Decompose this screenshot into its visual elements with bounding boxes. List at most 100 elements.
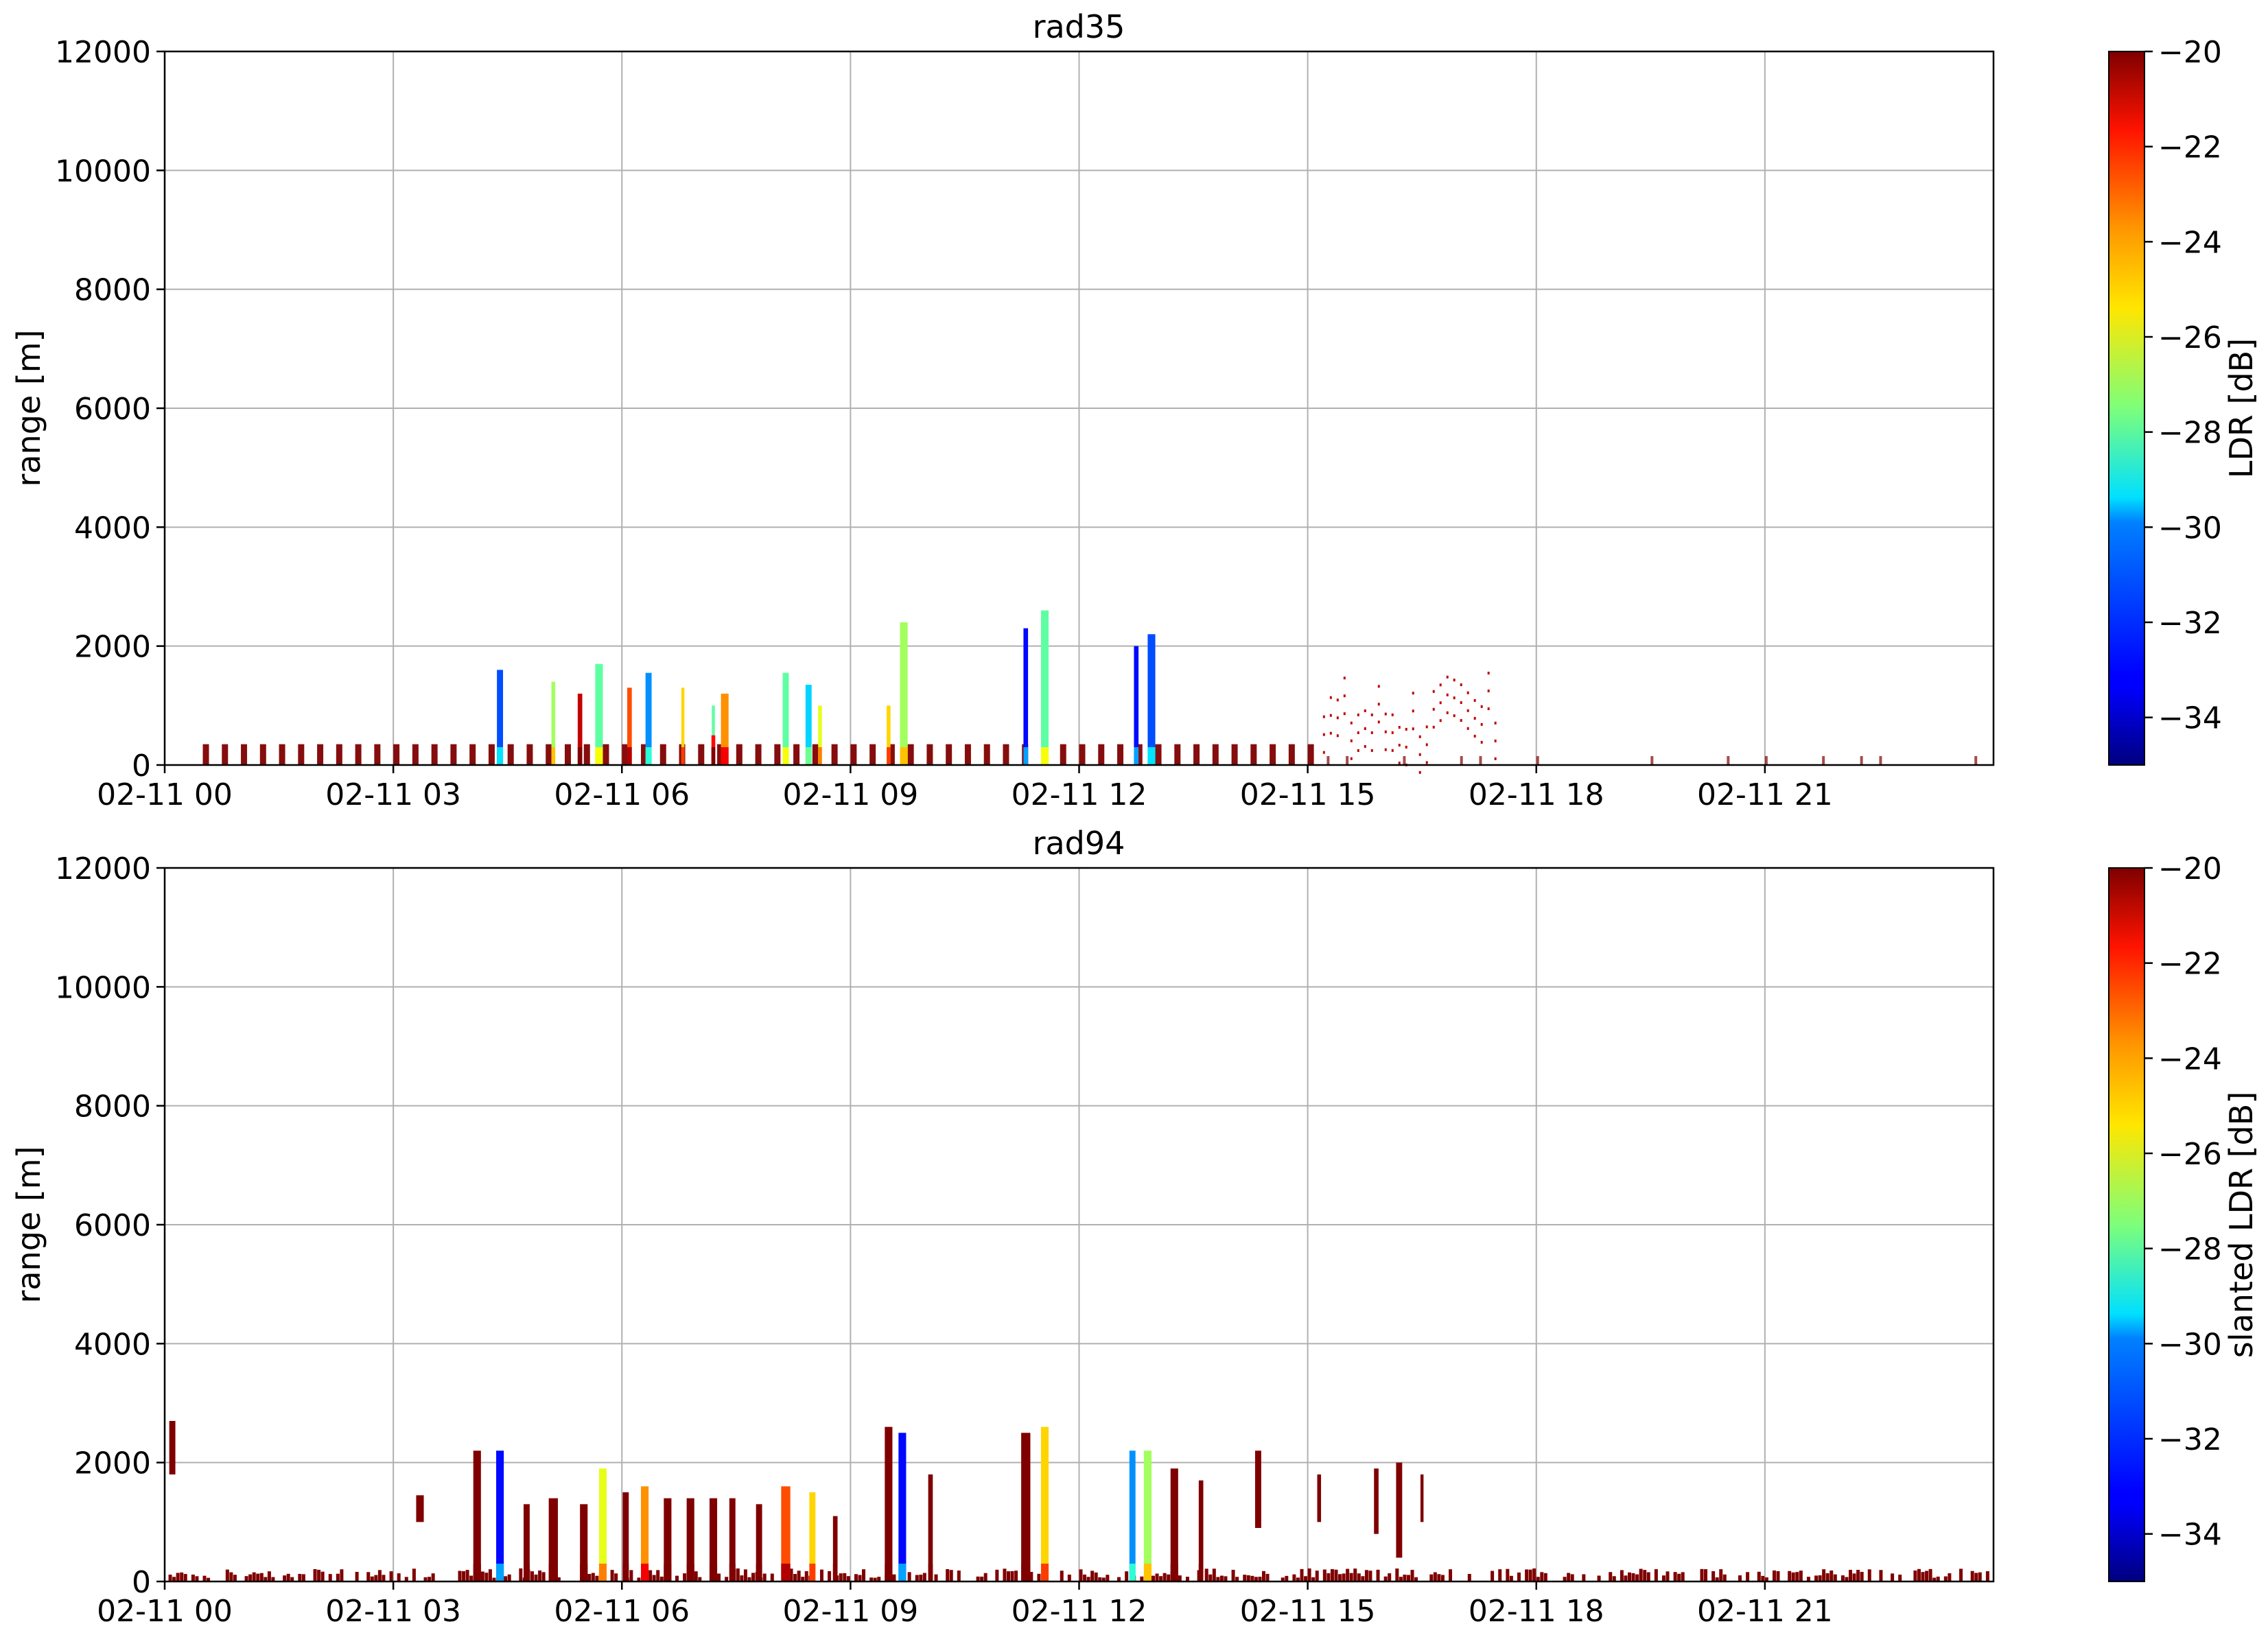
clutter-mark	[1440, 1575, 1445, 1581]
clutter-mark	[1833, 1574, 1837, 1581]
clutter-mark	[382, 1575, 386, 1581]
speckle-mark	[1322, 715, 1325, 718]
speckle-mark	[1357, 731, 1359, 734]
speckle-mark	[1343, 694, 1346, 698]
clutter-mark	[1090, 1571, 1095, 1581]
clutter-mark	[1536, 756, 1539, 765]
ldr-column-base	[598, 1564, 607, 1581]
ldr-column-base	[681, 747, 685, 765]
clutter-mark	[541, 1572, 546, 1581]
clutter-mark	[1665, 1571, 1670, 1581]
speckle-mark	[1453, 696, 1456, 700]
speckle-mark	[1370, 731, 1373, 734]
clutter-mark	[1479, 756, 1482, 765]
clutter-mark	[180, 1572, 184, 1581]
clutter-mark	[1083, 1574, 1087, 1581]
clutter-mark	[1265, 1573, 1270, 1581]
clutter-mark	[1167, 1574, 1171, 1581]
speckle-mark	[1494, 739, 1497, 742]
clutter-mark	[919, 1575, 923, 1581]
clutter-mark	[907, 744, 914, 765]
speckle-mark	[1391, 749, 1394, 752]
clutter-mark	[915, 1575, 919, 1581]
speckle-mark	[1377, 685, 1380, 688]
clutter-mark	[564, 744, 571, 765]
x-tick-label: 02-11 15	[1240, 777, 1376, 812]
ldr-column	[1255, 1450, 1261, 1528]
speckle-mark	[1439, 719, 1442, 722]
colorbar	[2108, 51, 2145, 766]
clutter-mark	[1060, 1571, 1064, 1581]
clutter-mark	[1860, 1571, 1864, 1581]
y-axis-label: range [m]	[10, 1146, 47, 1303]
clutter-mark	[176, 1573, 180, 1581]
clutter-mark	[1403, 1575, 1407, 1581]
colorbar-ticks: −20 −22 −24 −26 −28 −30 −32 −34	[2144, 851, 2222, 1553]
ldr-column	[898, 1433, 907, 1581]
ldr-column	[1317, 1474, 1322, 1522]
clutter-mark	[1346, 756, 1349, 765]
x-tick-label: 02-11 12	[1012, 1594, 1147, 1629]
clutter-mark	[298, 744, 305, 765]
clutter-mark	[191, 1574, 195, 1581]
speckle-mark	[1412, 692, 1414, 695]
clutter-mark	[222, 744, 229, 765]
speckle-mark	[1364, 727, 1366, 730]
clutter-mark	[591, 1573, 595, 1581]
ldr-column-base	[1143, 1564, 1151, 1581]
ldr-column-base	[756, 1564, 762, 1581]
speckle-mark	[1460, 719, 1462, 722]
speckle-mark	[1460, 683, 1462, 687]
clutter-mark	[530, 1571, 534, 1581]
clutter-mark	[389, 1571, 393, 1581]
y-tick-label: 12000	[55, 851, 151, 886]
clutter-mark	[1959, 1568, 1963, 1581]
ldr-column-base	[832, 1564, 838, 1581]
clutter-mark	[1681, 1572, 1685, 1581]
ldr-column-base	[664, 1564, 672, 1581]
clutter-mark	[1098, 744, 1105, 765]
clutter-mark	[1155, 1573, 1159, 1581]
clutter-mark	[488, 744, 495, 765]
y-tick-label: 4000	[74, 1327, 151, 1362]
clutter-mark	[1772, 1570, 1776, 1581]
clutter-mark	[1814, 1575, 1819, 1581]
clutter-mark	[1395, 1568, 1399, 1581]
ldr-column	[1129, 1450, 1136, 1581]
clutter-mark	[1829, 1570, 1834, 1581]
x-tick-label: 02-11 09	[782, 777, 918, 812]
clutter-mark	[804, 1571, 808, 1581]
clutter-mark	[1326, 1573, 1331, 1581]
clutter-mark	[1300, 1568, 1304, 1581]
clutter-mark	[374, 744, 381, 765]
clutter-mark	[1212, 1568, 1216, 1581]
speckle-mark	[1425, 743, 1428, 746]
clutter-mark	[1704, 1569, 1708, 1581]
clutter-mark	[1646, 1572, 1650, 1581]
clutter-mark	[1014, 1571, 1018, 1581]
clutter-mark	[869, 744, 876, 765]
clutter-mark	[1364, 1570, 1368, 1581]
clutter-mark	[1406, 1575, 1410, 1581]
clutter-mark	[1288, 744, 1295, 765]
clutter-mark	[168, 1574, 172, 1581]
clutter-mark	[241, 744, 248, 765]
speckle-mark	[1350, 757, 1353, 760]
ldr-column-base	[1170, 1564, 1178, 1581]
ldr-column-base	[1040, 1564, 1049, 1581]
data-layer	[202, 610, 1978, 774]
ldr-column-base	[900, 747, 908, 765]
clutter-mark	[377, 1570, 382, 1581]
speckle-mark	[1494, 757, 1497, 760]
clutter-mark	[202, 744, 209, 765]
clutter-mark	[675, 1575, 679, 1581]
clutter-mark	[858, 1575, 862, 1581]
clutter-mark	[1357, 1573, 1361, 1581]
clutter-mark	[1974, 756, 1978, 765]
clutter-mark	[717, 1573, 721, 1581]
speckle-mark	[1343, 712, 1346, 716]
clutter-mark	[1711, 1571, 1716, 1581]
clutter-mark	[1270, 744, 1276, 765]
y-tick-label: 4000	[74, 510, 151, 545]
clutter-mark	[770, 1573, 774, 1581]
